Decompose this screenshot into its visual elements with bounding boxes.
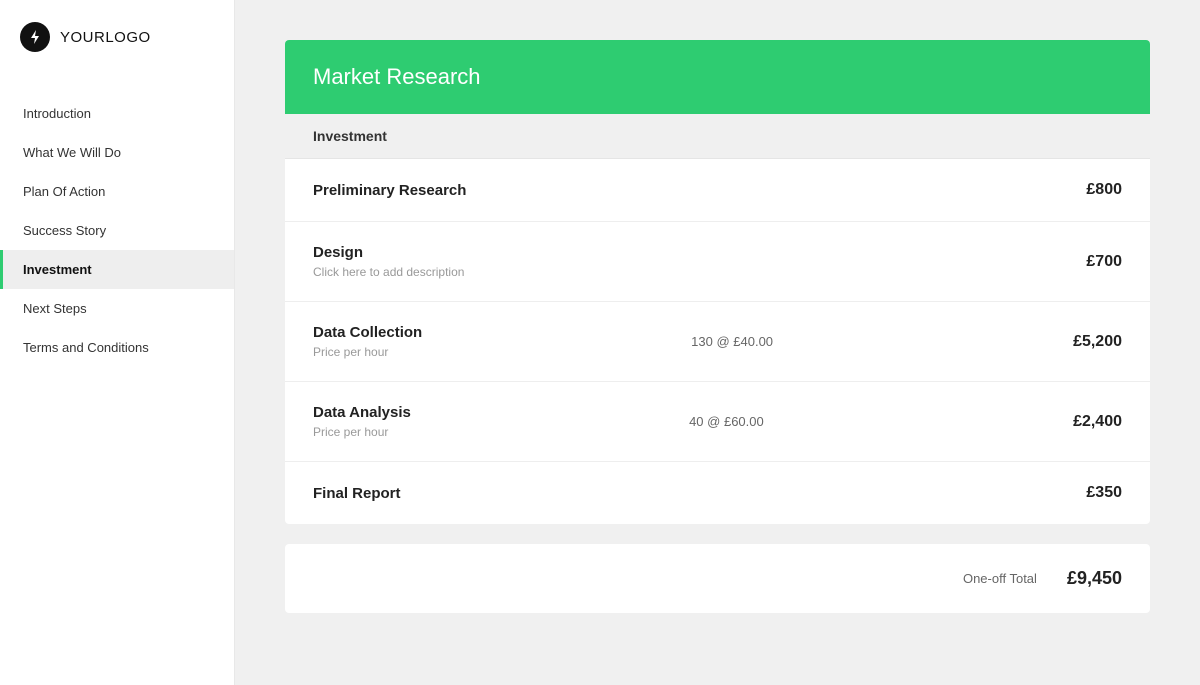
sidebar-item-next-steps[interactable]: Next Steps	[0, 289, 234, 328]
sidebar: YOURLOGO IntroductionWhat We Will DoPlan…	[0, 0, 235, 685]
line-item-price-4: £350	[1042, 484, 1122, 502]
line-item-name-2: Data Collection	[313, 324, 422, 341]
total-card: One-off Total £9,450	[285, 544, 1150, 613]
line-item-left-4: Final Report	[313, 485, 401, 502]
line-item-left-0: Preliminary Research	[313, 182, 466, 199]
card-title: Market Research	[313, 64, 1122, 90]
line-item-4: Final Report £350	[285, 462, 1150, 524]
nav-menu: IntroductionWhat We Will DoPlan Of Actio…	[0, 94, 234, 367]
line-item-price-3: £2,400	[1042, 413, 1122, 431]
line-item-price-0: £800	[1042, 181, 1122, 199]
line-item-name-3: Data Analysis	[313, 404, 411, 421]
line-item-2: Data Collection Price per hour130 @ £40.0…	[285, 302, 1150, 382]
sidebar-item-what-we-will-do[interactable]: What We Will Do	[0, 133, 234, 172]
main-content: Market Research Investment Preliminary R…	[235, 0, 1200, 685]
line-item-name-0: Preliminary Research	[313, 182, 466, 199]
line-item-sub-3: Price per hour	[313, 425, 411, 439]
investment-header: Investment	[285, 114, 1150, 159]
line-item-left-3: Data Analysis Price per hour	[313, 404, 411, 439]
line-item-price-1: £700	[1042, 253, 1122, 271]
logo-bold: YOUR	[60, 29, 105, 46]
card-header: Market Research	[285, 40, 1150, 114]
line-item-3: Data Analysis Price per hour40 @ £60.00£2…	[285, 382, 1150, 462]
line-item-1: Design Click here to add description £700	[285, 222, 1150, 302]
line-item-sub-1: Click here to add description	[313, 265, 464, 279]
market-research-card: Market Research Investment Preliminary R…	[285, 40, 1150, 524]
total-value: £9,450	[1067, 568, 1122, 589]
logo-icon	[20, 22, 50, 52]
sidebar-item-plan-of-action[interactable]: Plan Of Action	[0, 172, 234, 211]
sidebar-item-terms-and-conditions[interactable]: Terms and Conditions	[0, 328, 234, 367]
line-item-left-1: Design Click here to add description	[313, 244, 464, 279]
line-item-middle-2: 130 @ £40.00	[422, 334, 1042, 349]
line-item-middle-3: 40 @ £60.00	[411, 414, 1042, 429]
logo-area: YOURLOGO	[0, 0, 234, 74]
line-item-left-2: Data Collection Price per hour	[313, 324, 422, 359]
logo-regular: LOGO	[105, 29, 150, 46]
line-item-name-4: Final Report	[313, 485, 401, 502]
line-item-sub-2: Price per hour	[313, 345, 422, 359]
line-item-name-1: Design	[313, 244, 464, 261]
sidebar-item-success-story[interactable]: Success Story	[0, 211, 234, 250]
sidebar-item-introduction[interactable]: Introduction	[0, 94, 234, 133]
line-items-list: Preliminary Research £800 Design Click here…	[285, 159, 1150, 524]
sidebar-item-investment[interactable]: Investment	[0, 250, 234, 289]
total-label: One-off Total	[963, 571, 1037, 586]
line-item-price-2: £5,200	[1042, 333, 1122, 351]
logo-text: YOURLOGO	[60, 29, 151, 46]
line-item-0: Preliminary Research £800	[285, 159, 1150, 222]
